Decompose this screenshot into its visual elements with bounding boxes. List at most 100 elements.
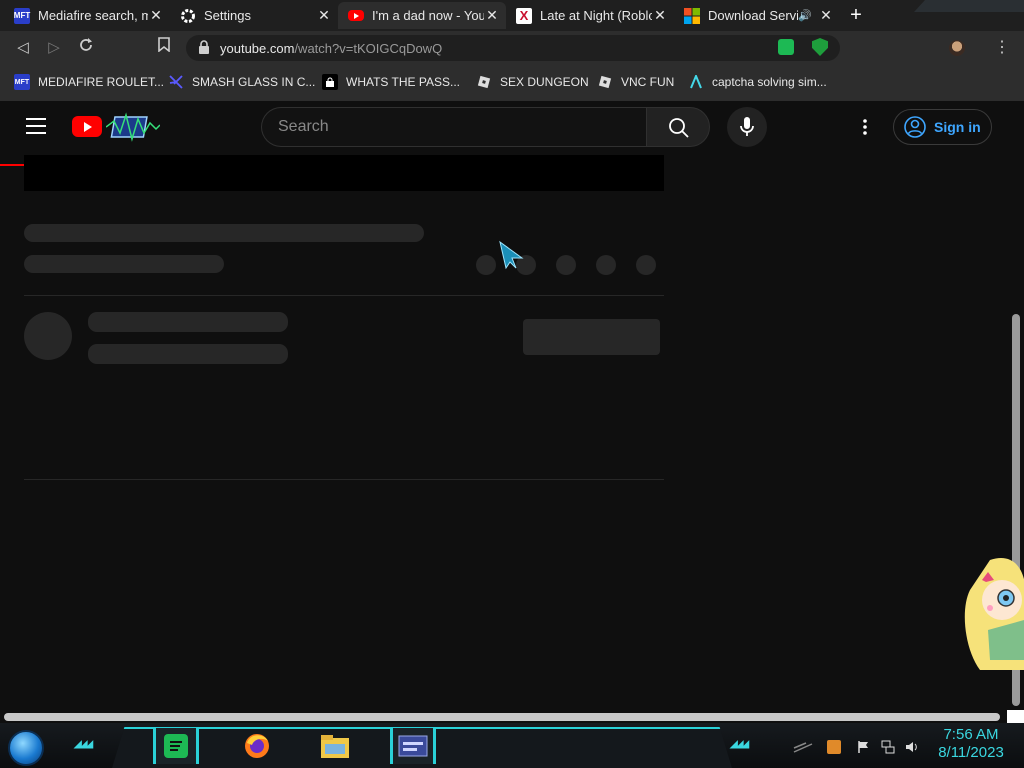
- bookmark-label: MEDIAFIRE ROULET...: [38, 75, 165, 89]
- speaker-icon[interactable]: 🔊: [798, 9, 812, 22]
- tab-title: Mediafire search, me: [38, 8, 148, 23]
- divider: [24, 479, 664, 480]
- x-icon: X: [516, 7, 532, 24]
- clock-date: 8/11/2023: [938, 744, 1004, 761]
- youtube-header: Sign in: [0, 101, 1024, 153]
- roblox-icon: [476, 74, 492, 90]
- app-window-icon: [398, 735, 428, 757]
- search-button[interactable]: [646, 107, 710, 147]
- tab-title: I'm a dad now - YouT: [372, 8, 484, 23]
- roblox-icon: [597, 74, 613, 90]
- bookmark-icon: [158, 37, 170, 53]
- tab-title: Settings: [204, 8, 251, 23]
- bookmark-mediafire-roulette[interactable]: MFT MEDIAFIRE ROULET...: [14, 72, 164, 92]
- microsoft-icon: [684, 7, 700, 24]
- shatter-icon: [168, 74, 184, 90]
- bookmark-sex-dungeon[interactable]: SEX DUNGEON: [476, 72, 589, 92]
- close-icon[interactable]: ✕: [818, 7, 834, 24]
- bookmark-label: captcha solving sim...: [712, 75, 827, 89]
- bookmark-smash-glass[interactable]: SMASH GLASS IN C...: [168, 72, 315, 92]
- start-button[interactable]: [8, 730, 44, 766]
- video-player[interactable]: [24, 155, 664, 191]
- divider: [24, 295, 664, 296]
- taskbar-app-window[interactable]: [390, 728, 436, 764]
- sign-in-button[interactable]: Sign in: [893, 109, 992, 145]
- taskbar-chevron-decoration: ◢◢◢: [74, 739, 93, 750]
- cartoon-character-sticker: [964, 558, 1024, 670]
- youtube-doodle-icon[interactable]: [106, 111, 160, 143]
- search-icon: [669, 118, 689, 138]
- close-icon[interactable]: ✕: [316, 7, 332, 24]
- voice-search-button[interactable]: [727, 107, 767, 147]
- taskbar-clock[interactable]: 7:56 AM 8/11/2023: [930, 726, 1012, 762]
- forward-button[interactable]: ▷: [43, 37, 65, 59]
- bookmark-button[interactable]: [153, 37, 175, 59]
- clock-time: 7:56 AM: [943, 726, 999, 743]
- address-bar[interactable]: youtube.com/watch?v=tKOIGCqDowQ: [186, 35, 840, 61]
- search-box: [261, 107, 647, 147]
- guide-menu-button[interactable]: [26, 118, 46, 134]
- lock-icon: [199, 40, 209, 54]
- folder-icon: [321, 735, 349, 758]
- tab-youtube[interactable]: I'm a dad now - YouT ✕: [338, 2, 506, 29]
- account-icon: [904, 116, 926, 138]
- browser-toolbar: ◁ ▷ youtube.com/watch?v=tKOIGCqDowQ ⋮: [0, 31, 1024, 65]
- taskbar-spotify[interactable]: [153, 728, 199, 764]
- tab-title: Late at Night (Roblox: [540, 8, 652, 23]
- spotify-extension-icon[interactable]: [778, 39, 794, 55]
- taskbar-firefox[interactable]: [234, 728, 280, 764]
- network-icon[interactable]: [881, 740, 895, 754]
- taskbar-chevron-decoration: ◢◢◢: [730, 739, 749, 750]
- youtube-icon: [348, 10, 364, 21]
- url-domain: youtube.com: [220, 41, 295, 56]
- bookmark-label: SMASH GLASS IN C...: [192, 75, 316, 89]
- lock-icon: [322, 74, 338, 90]
- spotify-icon: [164, 734, 188, 758]
- tab-strip: MFT Mediafire search, me ✕ Settings ✕ I'…: [0, 0, 1024, 31]
- channel-subs-placeholder: [88, 344, 288, 364]
- new-tab-button[interactable]: +: [844, 4, 868, 26]
- browser-menu-button[interactable]: ⋮: [994, 37, 1010, 57]
- tab-settings[interactable]: Settings ✕: [170, 2, 338, 29]
- tab-title: Download Servic: [708, 8, 799, 23]
- tab-download[interactable]: Download Servic 🔊 ✕: [674, 2, 840, 29]
- bookmark-captcha-solving[interactable]: captcha solving sim...: [688, 72, 827, 92]
- settings-kebab-icon[interactable]: [855, 117, 875, 137]
- youtube-logo[interactable]: [72, 116, 102, 137]
- mft-icon: MFT: [14, 74, 30, 90]
- close-icon[interactable]: ✕: [652, 7, 668, 24]
- tab-roblox[interactable]: X Late at Night (Roblox ✕: [506, 2, 674, 29]
- subscribe-placeholder: [523, 319, 660, 355]
- url-path: /watch?v=tKOIGCqDowQ: [294, 41, 443, 56]
- search-input[interactable]: [262, 108, 622, 146]
- tab-mediafire[interactable]: MFT Mediafire search, me ✕: [4, 2, 170, 29]
- profile-avatar[interactable]: [949, 40, 965, 56]
- title-placeholder: [24, 224, 424, 242]
- close-icon[interactable]: ✕: [484, 7, 500, 24]
- action-placeholder: [596, 255, 616, 275]
- bookmark-label: SEX DUNGEON: [500, 75, 589, 89]
- a-icon: [688, 74, 704, 90]
- close-icon[interactable]: ✕: [148, 7, 164, 24]
- mft-icon: MFT: [14, 7, 30, 24]
- mouse-cursor-icon: [499, 240, 524, 270]
- metadata-placeholder: [24, 255, 224, 273]
- action-placeholder: [636, 255, 656, 275]
- tray-app-icon[interactable]: [827, 740, 841, 754]
- bookmark-label: WHATS THE PASS...: [346, 75, 461, 89]
- taskbar: ◢◢◢ ◢◢◢: [0, 723, 1024, 768]
- gear-icon: [180, 8, 196, 24]
- reload-icon: [80, 38, 92, 51]
- reload-button[interactable]: [75, 37, 97, 59]
- bookmark-vnc-fun[interactable]: VNC FUN: [597, 72, 674, 92]
- action-center-flag-icon[interactable]: [857, 740, 871, 754]
- show-hidden-icons-icon[interactable]: [792, 740, 814, 754]
- taskbar-file-explorer[interactable]: [312, 728, 358, 764]
- channel-name-placeholder: [88, 312, 288, 332]
- action-placeholder: [556, 255, 576, 275]
- bookmark-label: VNC FUN: [621, 75, 675, 89]
- volume-icon[interactable]: [905, 740, 919, 754]
- bookmark-whats-the-pass[interactable]: WHATS THE PASS...: [322, 72, 460, 92]
- back-button[interactable]: ◁: [12, 37, 34, 59]
- horizontal-scrollbar[interactable]: [4, 713, 1000, 721]
